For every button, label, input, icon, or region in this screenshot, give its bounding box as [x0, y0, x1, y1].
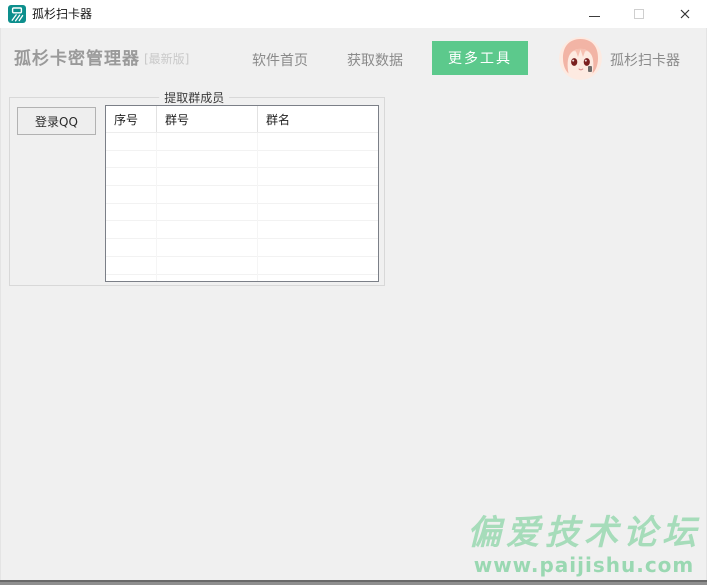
- table-row: [106, 239, 378, 257]
- column-divider: [156, 133, 157, 281]
- app-window: 孤杉扫卡器 孤杉卡密管理器 [最新版] 软件首页 获取数据 更多工具: [0, 0, 707, 585]
- extract-group-members-groupbox: 提取群成员 登录QQ 序号 群号 群名: [9, 97, 385, 286]
- group-list-table[interactable]: 序号 群号 群名: [105, 105, 379, 282]
- watermark-forum-name: 偏爱技术论坛: [467, 515, 701, 552]
- minimize-icon[interactable]: [579, 0, 609, 28]
- table-row: [106, 221, 378, 239]
- column-header-group-number[interactable]: 群号: [157, 106, 258, 132]
- account-name: 孤杉扫卡器: [610, 50, 680, 70]
- table-row: [106, 168, 378, 186]
- nav-software-home[interactable]: 软件首页: [252, 50, 308, 70]
- login-qq-button[interactable]: 登录QQ: [17, 107, 96, 135]
- window-bottom-edge: [0, 580, 707, 585]
- maximize-icon[interactable]: [624, 0, 654, 28]
- easy-language-logo-icon: [8, 5, 26, 23]
- table-row: [106, 133, 378, 151]
- titlebar: 孤杉扫卡器: [0, 0, 707, 28]
- close-icon[interactable]: [670, 0, 700, 28]
- column-header-index[interactable]: 序号: [106, 106, 157, 132]
- table-row: [106, 186, 378, 204]
- app-name: 孤杉卡密管理器: [14, 44, 140, 69]
- anime-girl-avatar[interactable]: [559, 37, 602, 80]
- table-row: [106, 204, 378, 222]
- nav-get-data[interactable]: 获取数据: [347, 50, 403, 70]
- more-tools-button[interactable]: 更多工具: [432, 41, 528, 75]
- column-divider: [257, 133, 258, 281]
- table-header-row: 序号 群号 群名: [106, 106, 378, 133]
- version-badge: [最新版]: [144, 50, 189, 67]
- column-header-group-name[interactable]: 群名: [258, 106, 378, 132]
- forum-watermark: 偏爱技术论坛 www.paijishu.com: [467, 515, 701, 577]
- table-row: [106, 151, 378, 169]
- table-row: [106, 257, 378, 275]
- watermark-url: www.paijishu.com: [467, 553, 701, 577]
- groupbox-title: 提取群成员: [159, 89, 229, 106]
- table-body: [106, 133, 378, 281]
- window-title: 孤杉扫卡器: [32, 0, 92, 28]
